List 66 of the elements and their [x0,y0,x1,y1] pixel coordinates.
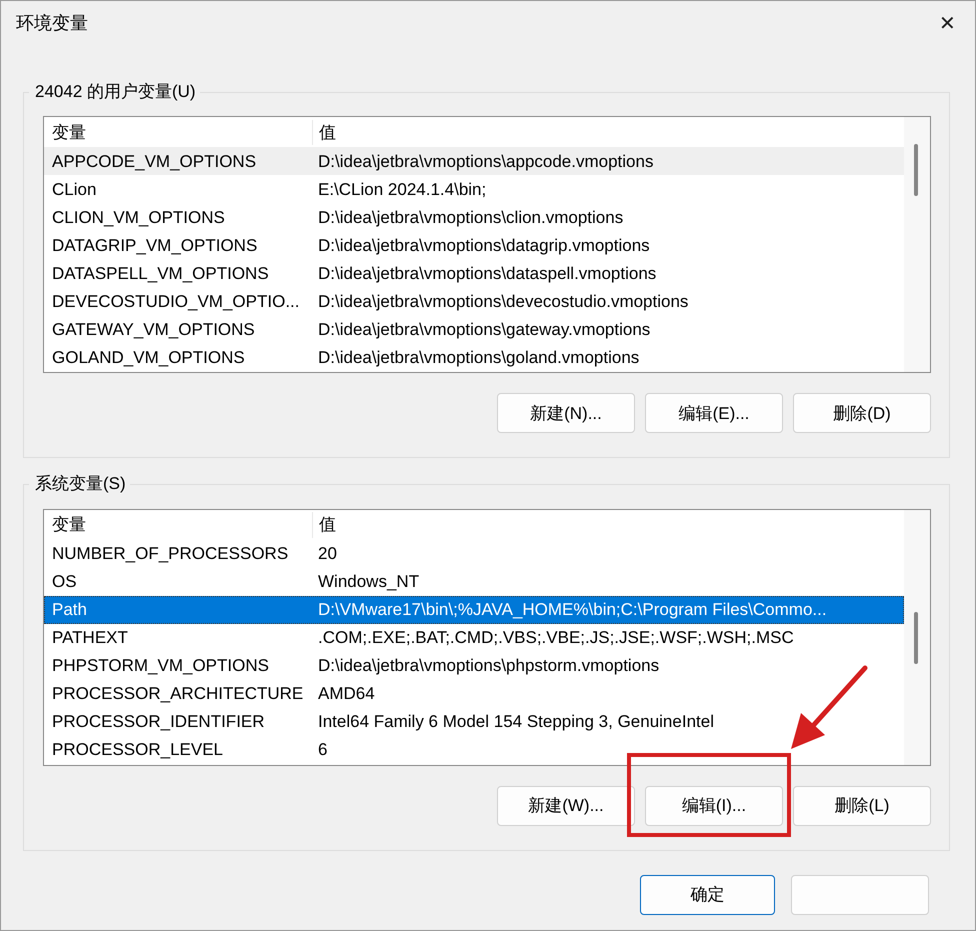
table-cell-text: APPCODE_VM_OPTIONS [51,150,258,173]
table-cell-text: D:\VMware17\bin\;%JAVA_HOME%\bin;C:\Program Files\Commo... [317,599,828,622]
table-cell-text: PROCESSOR_LEVEL [51,739,224,762]
scroll-thumb[interactable] [914,144,918,196]
dialog-button[interactable]: 新建(N)... [497,393,635,434]
table-cell-text: D:\idea\jetbra\vmoptions\gateway.vmoptions [317,318,652,341]
ok-button[interactable]: 确定 [640,874,775,915]
list-row[interactable]: PHPSTORM_VM_OPTIONS D:\idea\jetbra\vmoptions\phpstorm.vmoptions [44,652,904,680]
table-cell-text: D:\idea\jetbra\vmoptions\datagrip.vmoptions [317,234,651,257]
dialog-button[interactable]: 删除(L) [793,786,931,826]
dialog-button[interactable] [791,874,929,915]
scrollbar[interactable] [904,117,930,372]
scrollbar[interactable] [904,510,930,765]
list-row[interactable]: PROCESSOR_IDENTIFIER Intel64 Family 6 Model 154 Stepping 3, GenuineIntel [44,708,904,736]
list-row[interactable]: APPCODE_VM_OPTIONS D:\idea\jetbra\vmoptions\appcode.vmoptions [44,147,904,176]
table-cell-text: D:\idea\jetbra\vmoptions\devecostudio.vmoptions [317,290,690,313]
table-cell-text: Path [51,599,88,622]
table-cell-text: NUMBER_OF_PROCESSORS [51,543,290,566]
list-row[interactable]: CLION_VM_OPTIONS D:\idea\jetbra\vmoptions\clion.vmoptions [44,203,904,232]
table-cell-text: DEVECOSTUDIO_VM_OPTIO... [51,290,300,313]
table-cell-text: CLion [51,178,98,201]
list-row[interactable]: DATASPELL_VM_OPTIONS D:\idea\jetbra\vmoptions\dataspell.vmoptions [44,259,904,288]
table-cell-text: OS [51,571,78,594]
list-row[interactable]: GOLAND_VM_OPTIONS D:\idea\jetbra\vmoptions\goland.vmoptions [44,343,904,372]
table-cell-text: D:\idea\jetbra\vmoptions\goland.vmoptions [317,346,640,369]
list-row[interactable]: GATEWAY_VM_OPTIONS D:\idea\jetbra\vmoptions\gateway.vmoptions [44,315,904,344]
list-row[interactable]: CLion E:\CLion 2024.1.4\bin; [44,175,904,204]
dialog-button[interactable]: 编辑(I)... [645,786,783,826]
table-cell-text: DATAGRIP_VM_OPTIONS [51,234,258,257]
dialog-button[interactable]: 新建(W)... [497,786,635,826]
table-cell-text: PHPSTORM_VM_OPTIONS [51,655,270,678]
list-row[interactable]: PROCESSOR_ARCHITECTURE AMD64 [44,680,904,708]
list-row[interactable]: PATHEXT .COM;.EXE;.BAT;.CMD;.VBS;.VBE;.JS;.JSE;.WSF;.WSH;.MSC [44,624,904,652]
table-cell-text: .COM;.EXE;.BAT;.CMD;.VBS;.VBE;.JS;.JSE;.WSF;.WSH;.MSC [317,627,795,650]
table-cell-text: CLION_VM_OPTIONS [51,206,226,229]
table-cell-text: AMD64 [317,683,376,706]
table-cell-text: Intel64 Family 6 Model 154 Stepping 3, GenuineIntel [317,711,715,734]
table-cell-text: PROCESSOR_IDENTIFIER [51,711,266,734]
list-row[interactable]: PROCESSOR_LEVEL 6 [44,736,904,764]
group-title: 24042 的用户变量(U) [34,82,197,102]
list-row[interactable]: DEVECOSTUDIO_VM_OPTIO... D:\idea\jetbra\vmoptions\devecostudio.vmoptions [44,287,904,316]
table-cell-text: E:\CLion 2024.1.4\bin; [317,178,488,201]
group-title: 系统变量(S) [34,474,127,495]
dialog-button[interactable]: 删除(D) [793,393,931,434]
table-cell-text: PATHEXT [51,627,129,650]
window-title: 环境变量 [16,12,88,35]
close-button[interactable]: ✕ [935,14,960,34]
table-cell-text: D:\idea\jetbra\vmoptions\dataspell.vmoptions [317,262,658,285]
table-cell-text: 20 [317,543,338,566]
table-cell-text: GOLAND_VM_OPTIONS [51,346,246,369]
table-cell-text: D:\idea\jetbra\vmoptions\appcode.vmoptions [317,150,654,173]
list-row[interactable]: DATAGRIP_VM_OPTIONS D:\idea\jetbra\vmoptions\datagrip.vmoptions [44,231,904,260]
dialog-button[interactable]: 编辑(E)... [645,393,783,434]
table-cell-text: DATASPELL_VM_OPTIONS [51,262,270,285]
list-row[interactable]: NUMBER_OF_PROCESSORS 20 [44,540,904,568]
column-header[interactable]: 变量 [44,120,312,146]
table-cell-text: GATEWAY_VM_OPTIONS [51,318,256,341]
table-cell-text: D:\idea\jetbra\vmoptions\clion.vmoptions [317,206,624,229]
list-row[interactable]: OS Windows_NT [44,568,904,596]
table-cell-text: D:\idea\jetbra\vmoptions\phpstorm.vmoptions [317,655,660,678]
column-header[interactable]: 变量 [44,512,312,538]
table-cell-text: 6 [317,739,328,762]
table-cell-text: PROCESSOR_ARCHITECTURE [51,683,304,706]
list-row[interactable]: Path D:\VMware17\bin\;%JAVA_HOME%\bin;C:\Program Files\Commo... [44,596,904,624]
table-cell-text: Windows_NT [317,571,420,594]
scroll-thumb[interactable] [914,612,918,664]
